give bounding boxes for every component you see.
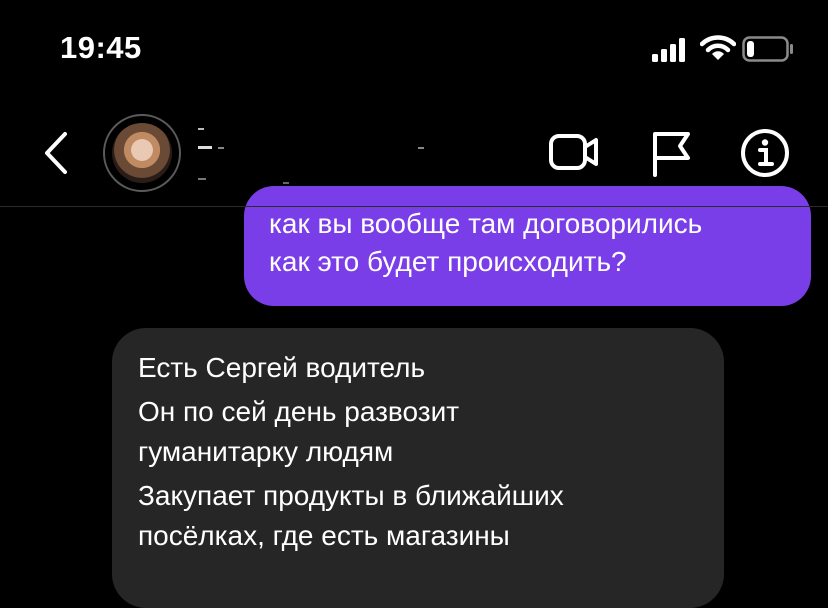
report-button[interactable] xyxy=(650,128,694,178)
battery-icon xyxy=(742,36,794,62)
status-time: 19:45 xyxy=(60,30,142,65)
message-text: посёлках, где есть магазины xyxy=(138,520,510,551)
flag-icon xyxy=(653,132,690,177)
wifi-icon xyxy=(700,34,736,62)
video-call-button[interactable] xyxy=(548,130,600,174)
video-call-icon xyxy=(549,134,598,170)
status-bar: 19:45 xyxy=(0,0,828,100)
back-button[interactable] xyxy=(38,128,78,178)
avatar-ring[interactable] xyxy=(103,114,181,192)
avatar[interactable] xyxy=(112,123,172,183)
info-icon xyxy=(741,129,789,177)
message-text: как вы вообще там договорились xyxy=(269,208,703,239)
message-text: Есть Сергей водитель xyxy=(138,352,426,383)
message-text: как это будет происходить? xyxy=(269,246,627,277)
cellular-signal-icon xyxy=(650,38,690,62)
chevron-left-icon xyxy=(45,132,67,174)
message-text: Закупает продукты в ближайших xyxy=(138,480,564,511)
incoming-message-bubble[interactable]: Есть Сергей водитель Он по сей день разв… xyxy=(112,328,724,608)
contact-name-redacted[interactable] xyxy=(195,128,435,188)
outgoing-message-bubble[interactable]: как вы вообще там договорились как это б… xyxy=(244,186,811,306)
message-text: гуманитарку людям xyxy=(138,436,394,467)
message-text: Он по сей день развозит xyxy=(138,396,460,427)
header-divider xyxy=(0,206,828,207)
info-button[interactable] xyxy=(740,128,790,178)
